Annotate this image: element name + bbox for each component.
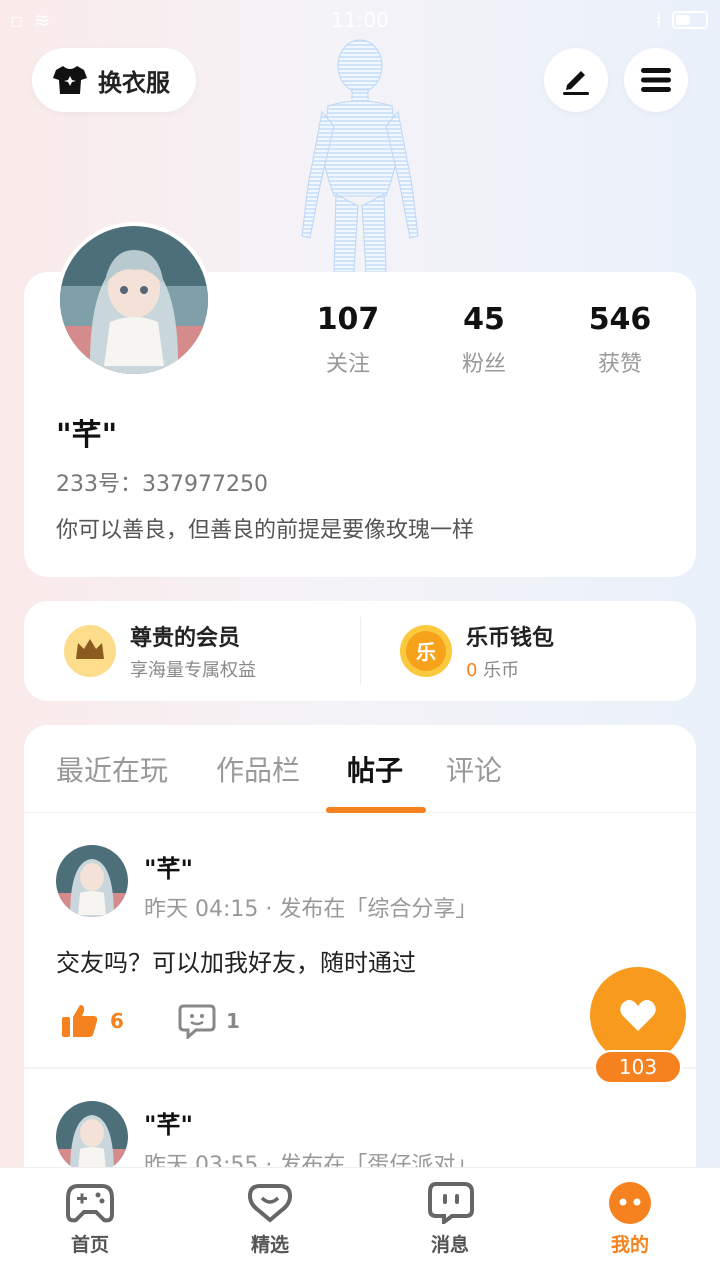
wallet-balance: 0 乐币 <box>466 656 554 682</box>
profile-uid[interactable]: 233号：337977250 <box>56 466 268 498</box>
stat-label: 粉丝 <box>461 352 506 377</box>
battery-icon <box>672 11 708 29</box>
post-meta: 昨天 04:15 · 发布在「综合分享」 <box>144 897 478 922</box>
post-author[interactable]: "芊" <box>144 849 193 884</box>
post-avatar[interactable] <box>56 1101 128 1173</box>
status-bar: ▫ ≋ 11:00 ⁞ <box>0 0 720 40</box>
wallet-title: 乐币钱包 <box>466 626 555 651</box>
comment-icon <box>178 1004 216 1039</box>
status-time: 11:00 <box>331 8 389 32</box>
stat-label: 关注 <box>325 352 370 377</box>
stat-likes[interactable]: 546 获赞 <box>552 300 688 378</box>
like-count: 6 <box>110 1009 124 1033</box>
stat-label: 获赞 <box>597 352 642 377</box>
stat-value: 45 <box>463 302 505 337</box>
vip-subtitle: 享海量专属权益 <box>130 660 256 681</box>
tab-indicator <box>326 807 426 813</box>
profile-avatar[interactable] <box>56 222 212 378</box>
profile-face-icon <box>609 1182 651 1224</box>
vip-entry[interactable]: 尊贵的会员 享海量专属权益 <box>24 601 360 701</box>
nav-messages-label: 消息 <box>430 1234 469 1256</box>
post-text[interactable]: 交友吗？可以加我好友，随时通过 <box>56 943 416 978</box>
tab-recent-played[interactable]: 最近在玩 <box>56 749 168 789</box>
nav-featured[interactable]: 精选 <box>180 1168 360 1280</box>
wallet-unit: 乐币 <box>477 660 520 681</box>
dress-up-button[interactable]: 换衣服 <box>32 48 196 112</box>
avatar-image <box>60 226 208 374</box>
vip-title: 尊贵的会员 <box>130 626 241 651</box>
avatar-image <box>56 845 128 917</box>
stat-following[interactable]: 107 关注 <box>280 300 416 378</box>
menu-button[interactable] <box>624 48 688 112</box>
stat-value: 546 <box>588 302 652 337</box>
post-author[interactable]: "芊" <box>144 1105 193 1140</box>
wallet-amount: 0 <box>466 660 478 681</box>
like-button[interactable]: 6 <box>60 1003 124 1039</box>
crown-icon <box>64 625 116 677</box>
profile-nickname: "芊" <box>56 418 118 453</box>
avatar-image <box>56 1101 128 1173</box>
nav-home[interactable]: 首页 <box>0 1168 180 1280</box>
tab-comments[interactable]: 评论 <box>446 749 502 789</box>
profile-tabs: 最近在玩 作品栏 帖子 评论 <box>24 725 696 813</box>
nav-home-label: 首页 <box>70 1234 109 1256</box>
heart-bubble-icon <box>247 1184 293 1223</box>
profile-stats: 107 关注 45 粉丝 546 获赞 <box>280 300 688 378</box>
stat-fans[interactable]: 45 粉丝 <box>416 300 552 378</box>
floating-like-button[interactable] <box>590 967 686 1063</box>
signal-icon: ⁞ <box>655 8 662 32</box>
character-hologram[interactable] <box>290 36 430 272</box>
heart-icon <box>620 1000 656 1031</box>
edit-button[interactable] <box>544 48 608 112</box>
post-avatar[interactable] <box>56 845 128 917</box>
comment-button[interactable]: 1 <box>178 1003 240 1039</box>
dress-up-label: 换衣服 <box>98 68 170 97</box>
message-icon <box>428 1182 474 1224</box>
tshirt-icon <box>53 66 87 94</box>
gamepad-icon <box>66 1184 114 1223</box>
nav-featured-label: 精选 <box>250 1234 289 1256</box>
coin-char: 乐 <box>416 640 436 664</box>
nav-me-label: 我的 <box>610 1234 649 1256</box>
profile-bio: 你可以善良，但善良的前提是要像玫瑰一样 <box>56 518 475 543</box>
stat-value: 107 <box>316 302 380 337</box>
nav-messages[interactable]: 消息 <box>360 1168 540 1280</box>
comment-count: 1 <box>226 1009 240 1033</box>
bottom-nav: 首页 精选 消息 我的 <box>0 1167 720 1280</box>
wallet-entry[interactable]: 乐 乐币钱包 0 乐币 <box>360 601 696 701</box>
membership-card: 尊贵的会员 享海量专属权益 乐 乐币钱包 0 乐币 <box>24 601 696 701</box>
coin-icon: 乐 <box>400 625 452 677</box>
nav-me[interactable]: 我的 <box>540 1168 720 1280</box>
tab-works[interactable]: 作品栏 <box>216 749 300 789</box>
status-icons-right: ⁞ <box>656 8 708 32</box>
pen-icon <box>563 71 589 95</box>
floating-like-count: 103 <box>594 1050 682 1084</box>
menu-icon <box>641 68 671 92</box>
tab-posts[interactable]: 帖子 <box>347 749 403 789</box>
thumbs-up-icon <box>62 1005 98 1037</box>
